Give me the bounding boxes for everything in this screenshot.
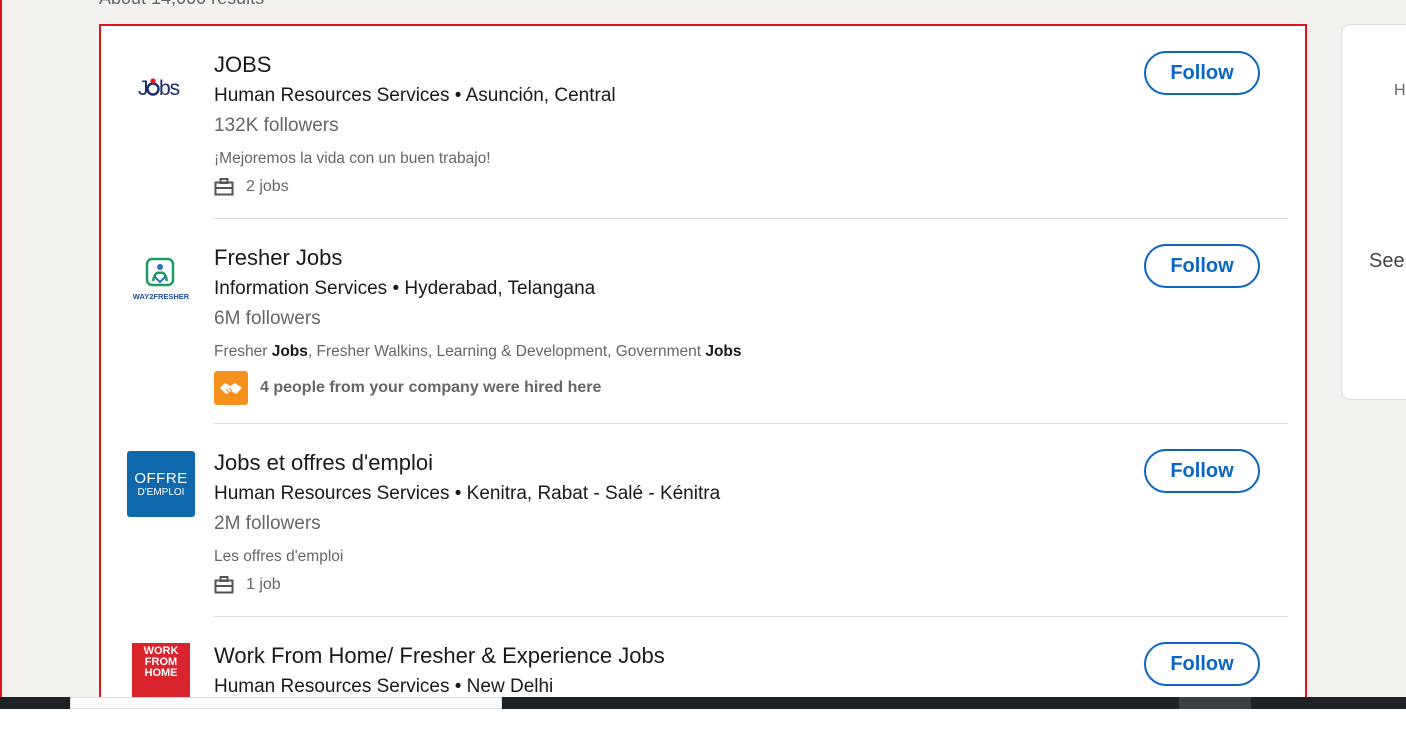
company-name[interactable]: Work From Home/ Fresher & Experience Job… (214, 643, 665, 669)
jobs-insight-text: 1 job (246, 576, 281, 593)
follower-count: 6M followers (214, 308, 321, 329)
company-logo[interactable]: OFFRE D'EMPLOI (127, 450, 195, 518)
jobs-insight[interactable]: 2 jobs (214, 178, 289, 196)
handshake-icon (214, 371, 248, 405)
side-card-see-link[interactable]: See (1369, 250, 1405, 273)
company-name[interactable]: Fresher Jobs (214, 245, 342, 271)
company-industry-location: Information Services • Hyderabad, Telang… (214, 278, 596, 299)
list-item[interactable]: WAY2FRESHER Fresher Jobs Information Ser… (101, 219, 1305, 424)
company-name[interactable]: JOBS (214, 52, 271, 78)
company-logo[interactable]: J bs (127, 54, 195, 122)
hires-insight[interactable]: 4 people from your company were hired he… (214, 371, 601, 405)
results-count: About 14,000 results (99, 0, 264, 9)
company-tagline: ¡Mejoremos la vida con un buen trabajo! (214, 150, 491, 167)
follow-button[interactable]: Follow (1144, 51, 1260, 95)
hires-insight-text: 4 people from your company were hired he… (260, 379, 602, 396)
logo-brand-text: WAY2FRESHER (133, 292, 190, 301)
svg-text:J: J (138, 77, 148, 100)
bottom-strip (70, 697, 502, 709)
follow-button[interactable]: Follow (1144, 244, 1260, 288)
svg-text:bs: bs (159, 77, 180, 100)
logo-brand-text: OFFRE (134, 470, 188, 487)
side-card-partial-text: H (1394, 82, 1406, 99)
company-industry-location: Human Resources Services • Asunción, Cen… (214, 85, 616, 106)
company-industry-location: Human Resources Services • Kenitra, Raba… (214, 483, 721, 504)
follow-button[interactable]: Follow (1144, 449, 1260, 493)
search-results-list: J bs JOBS Human Resources Services • Asu… (99, 24, 1307, 710)
bottom-strip-tab (1179, 697, 1251, 709)
company-name[interactable]: Jobs et offres d'emploi (214, 450, 433, 476)
briefcase-icon (214, 178, 234, 196)
bottom-white-area (0, 709, 1406, 734)
list-item[interactable]: OFFRE D'EMPLOI Jobs et offres d'emploi H… (101, 424, 1305, 617)
company-tagline: Fresher Jobs, Fresher Walkins, Learning … (214, 343, 742, 360)
logo-brand-text: WORK FROM HOME (143, 645, 179, 679)
company-tagline: Les offres d'emploi (214, 548, 344, 565)
jobs-insight-text: 2 jobs (246, 178, 289, 195)
logo-brand-subtext: D'EMPLOI (137, 487, 185, 498)
follow-button[interactable]: Follow (1144, 642, 1260, 686)
side-card (1341, 24, 1406, 400)
jobs-insight[interactable]: 1 job (214, 576, 281, 594)
follower-count: 132K followers (214, 115, 339, 136)
follower-count: 2M followers (214, 513, 321, 534)
company-industry-location: Human Resources Services • New Delhi (214, 676, 554, 697)
company-logo[interactable]: WAY2FRESHER (127, 247, 195, 315)
list-item[interactable]: J bs JOBS Human Resources Services • Asu… (101, 26, 1305, 219)
briefcase-icon (214, 576, 234, 594)
